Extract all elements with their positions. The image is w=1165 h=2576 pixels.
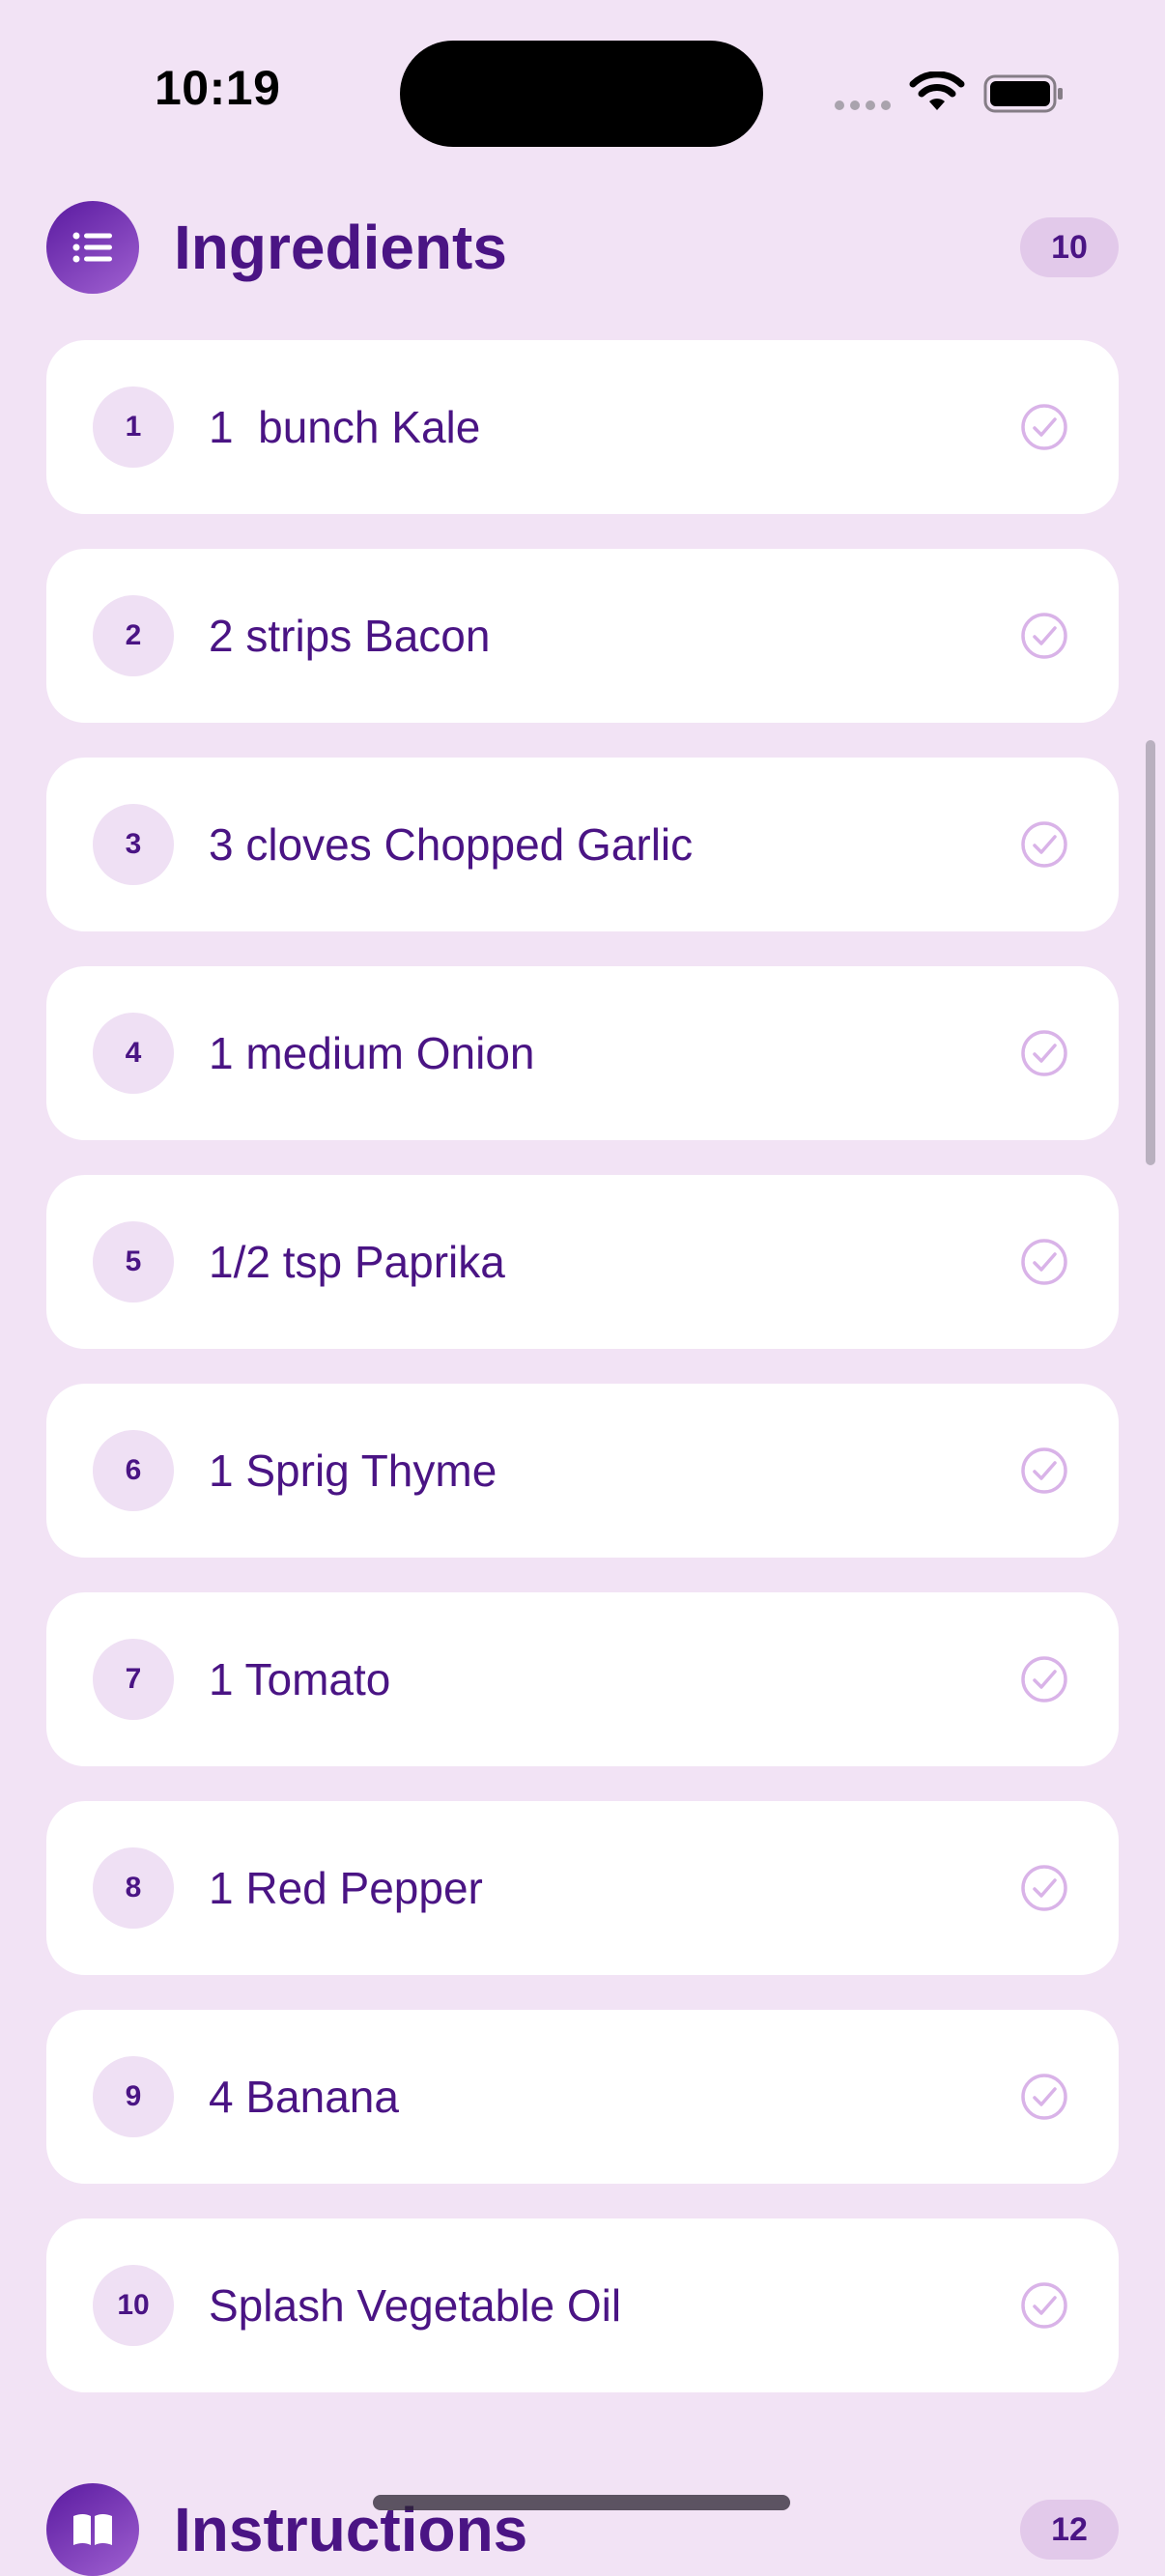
battery-icon — [983, 74, 1063, 113]
ingredient-number-badge: 8 — [93, 1847, 174, 1929]
ingredient-number-badge: 5 — [93, 1221, 174, 1302]
instructions-count-badge: 12 — [1020, 2500, 1119, 2560]
ingredient-item[interactable]: 4 1 medium Onion — [46, 966, 1119, 1140]
ingredient-number-badge: 6 — [93, 1430, 174, 1511]
ingredient-item[interactable]: 9 4 Banana — [46, 2010, 1119, 2184]
ingredient-item[interactable]: 2 2 strips Bacon — [46, 549, 1119, 723]
ingredient-text: 3 cloves Chopped Garlic — [209, 819, 694, 870]
checkmark-circle-icon[interactable] — [1020, 1238, 1068, 1286]
ingredients-count-badge: 10 — [1020, 217, 1119, 277]
ingredient-text: 2 strips Bacon — [209, 611, 491, 661]
checkmark-circle-icon[interactable] — [1020, 1864, 1068, 1912]
checkmark-circle-icon[interactable] — [1020, 1029, 1068, 1077]
ingredient-item[interactable]: 1 1 bunch Kale — [46, 340, 1119, 514]
ingredients-header: Ingredients 10 — [46, 201, 1119, 294]
list-icon — [46, 201, 139, 294]
cellular-signal-icon — [835, 100, 891, 110]
ingredient-list: 1 1 bunch Kale 2 2 strips Bacon 3 3 cloves Ch… — [46, 340, 1119, 2392]
ingredient-text: 1/2 tsp Paprika — [209, 1237, 505, 1287]
checkmark-circle-icon[interactable] — [1020, 2073, 1068, 2121]
ingredient-item[interactable]: 7 1 Tomato — [46, 1592, 1119, 1766]
checkmark-circle-icon[interactable] — [1020, 820, 1068, 869]
ingredient-text: 1 Red Pepper — [209, 1863, 483, 1913]
ingredient-item[interactable]: 5 1/2 tsp Paprika — [46, 1175, 1119, 1349]
ingredient-number-badge: 1 — [93, 386, 174, 468]
status-time: 10:19 — [155, 61, 281, 115]
ingredient-text: 1 medium Onion — [209, 1028, 535, 1078]
ingredient-number-badge: 9 — [93, 2056, 174, 2137]
ingredient-number-badge: 7 — [93, 1639, 174, 1720]
ingredient-item[interactable]: 10 Splash Vegetable Oil — [46, 2218, 1119, 2392]
ingredient-text: Splash Vegetable Oil — [209, 2280, 622, 2331]
ingredient-number-badge: 10 — [93, 2265, 174, 2346]
book-icon — [46, 2483, 139, 2576]
ingredient-text: 1 Sprig Thyme — [209, 1445, 497, 1496]
checkmark-circle-icon[interactable] — [1020, 1446, 1068, 1495]
checkmark-circle-icon[interactable] — [1020, 403, 1068, 451]
ingredient-number-badge: 2 — [93, 595, 174, 676]
ingredient-number-badge: 3 — [93, 804, 174, 885]
ingredient-item[interactable]: 6 1 Sprig Thyme — [46, 1384, 1119, 1558]
home-indicator[interactable] — [373, 2495, 790, 2510]
checkmark-circle-icon[interactable] — [1020, 1655, 1068, 1703]
scroll-indicator[interactable] — [1146, 740, 1155, 1165]
ingredient-text: 1 Tomato — [209, 1654, 391, 1704]
ingredients-title: Ingredients — [174, 213, 507, 282]
ingredient-item[interactable]: 8 1 Red Pepper — [46, 1801, 1119, 1975]
ingredient-item[interactable]: 3 3 cloves Chopped Garlic — [46, 758, 1119, 931]
wifi-icon — [909, 72, 965, 110]
ingredient-number-badge: 4 — [93, 1013, 174, 1094]
ingredient-text: 4 Banana — [209, 2072, 399, 2122]
ingredient-text: 1 bunch Kale — [209, 402, 481, 452]
checkmark-circle-icon[interactable] — [1020, 2281, 1068, 2330]
checkmark-circle-icon[interactable] — [1020, 612, 1068, 660]
dynamic-island — [400, 41, 763, 147]
